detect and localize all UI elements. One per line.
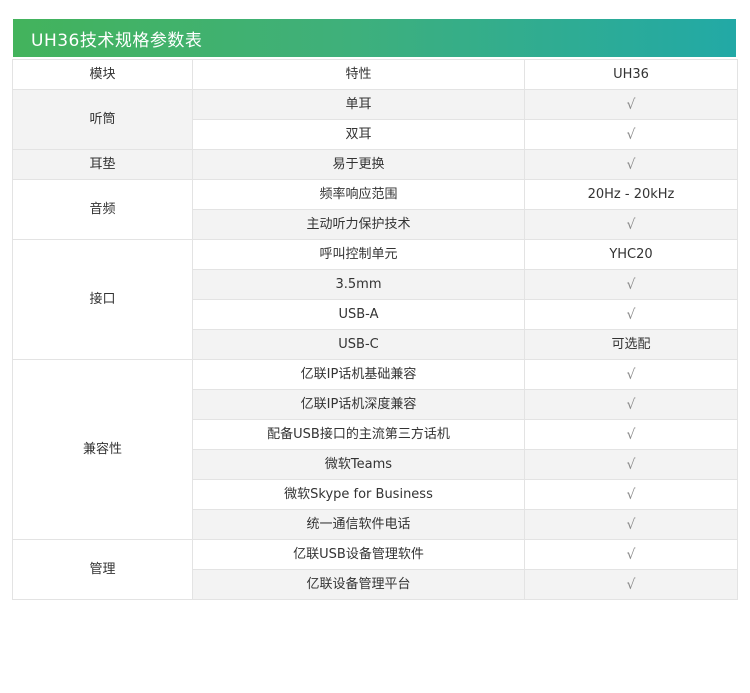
module-cell: 兼容性 (12, 359, 193, 540)
feature-cell: 单耳 (192, 89, 525, 120)
check-mark-icon: √ (524, 509, 738, 540)
value-cell: 20Hz - 20kHz (524, 179, 738, 210)
check-mark-icon: √ (524, 479, 738, 510)
table-row: 耳垫 易于更换 √ (12, 149, 738, 180)
check-mark-icon: √ (524, 359, 738, 390)
table-row: 音频 频率响应范围 20Hz - 20kHz (12, 179, 738, 240)
feature-cell: USB-C (192, 329, 525, 360)
feature-cell: 配备USB接口的主流第三方话机 (192, 419, 525, 450)
header-model: UH36 (524, 59, 738, 90)
table-header-row: 模块 特性 UH36 (12, 59, 738, 90)
check-mark-icon: √ (524, 539, 738, 570)
spec-table-body: 模块 特性 UH36 听筒 单耳 √ 双耳 √ 耳垫 易于更换 √ 音频 频率响应范围 20Hz -… (12, 59, 738, 600)
feature-cell: 统一通信软件电话 (192, 509, 525, 540)
value-cell: YHC20 (524, 239, 738, 270)
feature-cell: 3.5mm (192, 269, 525, 300)
page-title: UH36技术规格参数表 (31, 30, 203, 51)
check-mark-icon: √ (524, 89, 738, 120)
spec-table: 模块 特性 UH36 听筒 单耳 √ 双耳 √ 耳垫 易于更换 √ 音频 频率响应范围 20Hz -… (12, 59, 738, 600)
header-module: 模块 (12, 59, 193, 90)
title-banner: UH36技术规格参数表 (13, 19, 736, 57)
feature-cell: 频率响应范围 (192, 179, 525, 210)
check-mark-icon: √ (524, 389, 738, 420)
feature-cell: 易于更换 (192, 149, 525, 180)
module-cell: 管理 (12, 539, 193, 600)
check-mark-icon: √ (524, 119, 738, 150)
check-mark-icon: √ (524, 209, 738, 240)
feature-cell: USB-A (192, 299, 525, 330)
check-mark-icon: √ (524, 299, 738, 330)
table-row: 兼容性 亿联IP话机基础兼容 √ (12, 359, 738, 540)
feature-cell: 亿联USB设备管理软件 (192, 539, 525, 570)
feature-cell: 亿联IP话机基础兼容 (192, 359, 525, 390)
check-mark-icon: √ (524, 149, 738, 180)
table-row: 听筒 单耳 √ (12, 89, 738, 150)
module-cell: 耳垫 (12, 149, 193, 180)
feature-cell: 微软Teams (192, 449, 525, 480)
value-cell: 可选配 (524, 329, 738, 360)
feature-cell: 主动听力保护技术 (192, 209, 525, 240)
check-mark-icon: √ (524, 269, 738, 300)
feature-cell: 亿联设备管理平台 (192, 569, 525, 600)
feature-cell: 亿联IP话机深度兼容 (192, 389, 525, 420)
table-row: 接口 呼叫控制单元 YHC20 (12, 239, 738, 360)
module-cell: 接口 (12, 239, 193, 360)
table-row: 管理 亿联USB设备管理软件 √ (12, 539, 738, 600)
feature-cell: 微软Skype for Business (192, 479, 525, 510)
module-cell: 听筒 (12, 89, 193, 150)
feature-cell: 双耳 (192, 119, 525, 150)
check-mark-icon: √ (524, 569, 738, 600)
module-cell: 音频 (12, 179, 193, 240)
check-mark-icon: √ (524, 449, 738, 480)
header-feature: 特性 (192, 59, 525, 90)
check-mark-icon: √ (524, 419, 738, 450)
feature-cell: 呼叫控制单元 (192, 239, 525, 270)
